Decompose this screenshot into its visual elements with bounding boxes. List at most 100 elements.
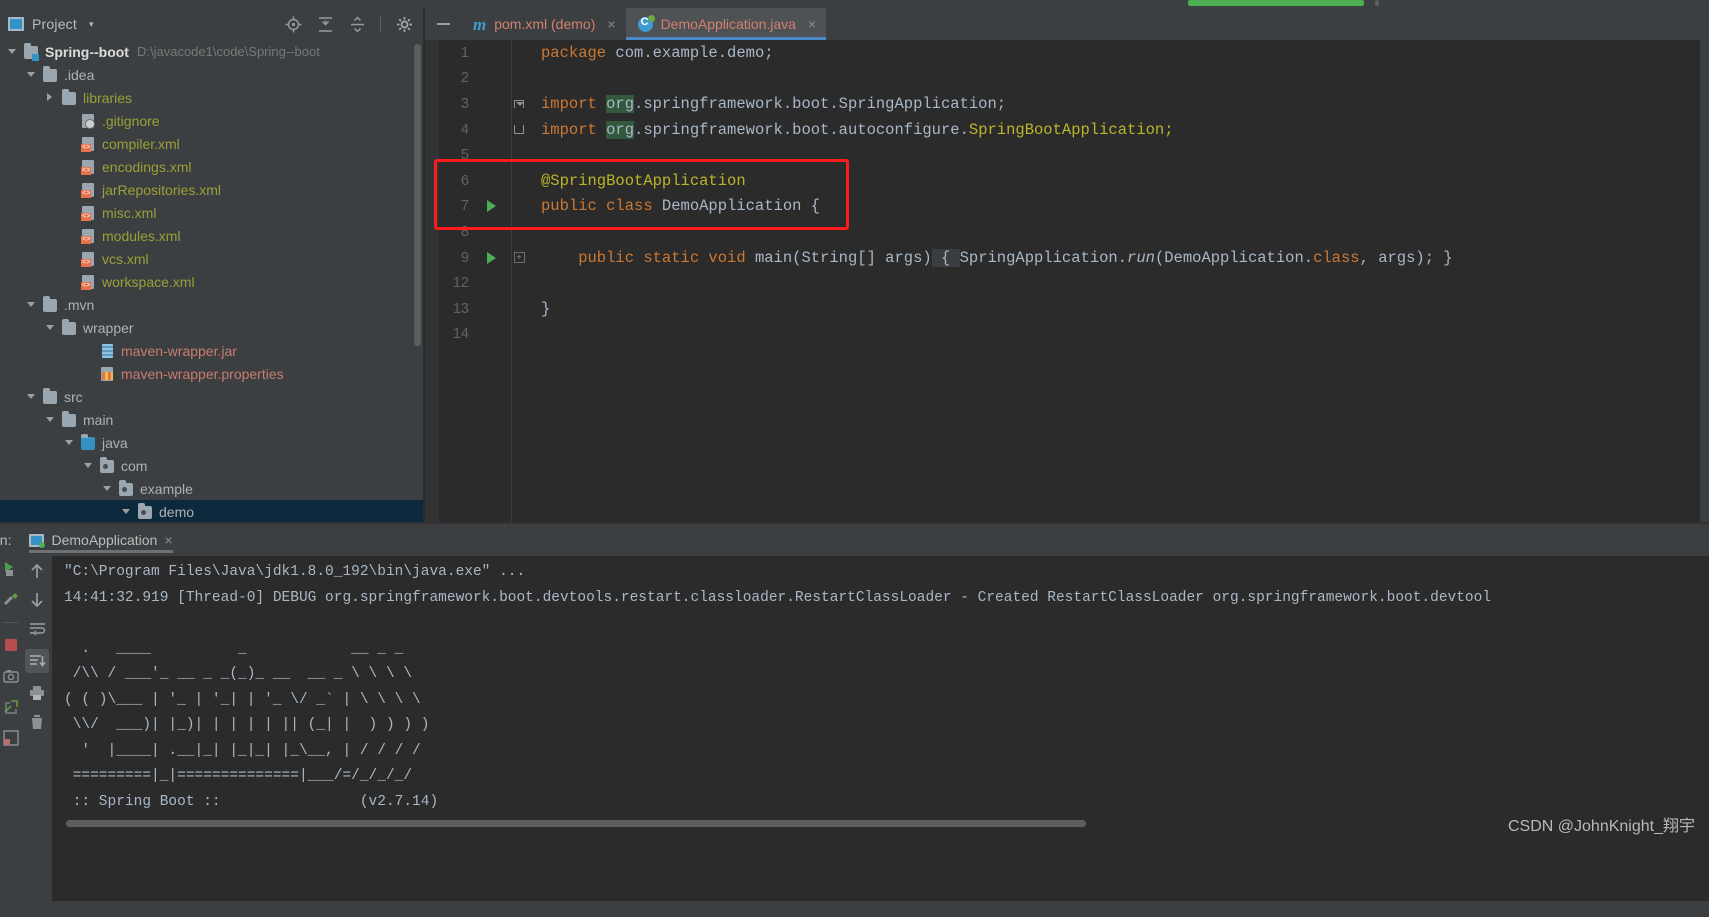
- tree-item-vcs-xml[interactable]: vcs.xml: [0, 247, 423, 270]
- code-editor[interactable]: 1 package com.example.demo; 2 3 import org.s…: [425, 40, 1709, 522]
- tree-item-label: example: [140, 480, 193, 497]
- chevron-down-icon[interactable]: [101, 483, 113, 495]
- code-token: , args); }: [1359, 248, 1453, 267]
- fold-imports-icon[interactable]: [505, 99, 533, 108]
- chevron-down-icon[interactable]: [44, 322, 56, 334]
- export-icon[interactable]: [2, 698, 20, 716]
- code-line-5[interactable]: 5: [425, 142, 1709, 168]
- tree-item-misc-xml[interactable]: misc.xml: [0, 201, 423, 224]
- tree-scrollbar[interactable]: [414, 44, 421, 346]
- tree-item-workspace-xml[interactable]: workspace.xml: [0, 270, 423, 293]
- toolbar-fragment: [1375, 0, 1379, 6]
- expand-all-icon[interactable]: [316, 15, 334, 33]
- chevron-down-icon[interactable]: [63, 437, 75, 449]
- collapse-all-icon[interactable]: [348, 15, 366, 33]
- code-line-12[interactable]: 12: [425, 270, 1709, 296]
- run-tab-demoapplication[interactable]: DemoApplication ×: [27, 525, 180, 555]
- code-token: }: [541, 299, 551, 318]
- code-line-7[interactable]: 7 public class DemoApplication {: [425, 194, 1709, 220]
- layout-icon[interactable]: [2, 729, 20, 747]
- tree-item--mvn[interactable]: .mvn: [0, 293, 423, 316]
- tree-item-example[interactable]: example: [0, 477, 423, 500]
- maven-m-icon: m: [473, 14, 487, 34]
- scroll-to-end-icon[interactable]: [25, 649, 49, 673]
- trash-icon[interactable]: [28, 713, 46, 731]
- scroll-down-icon[interactable]: [28, 591, 46, 609]
- console-output[interactable]: "C:\Program Files\Java\jdk1.8.0_192\bin\…: [52, 556, 1709, 901]
- rerun-icon[interactable]: [2, 560, 20, 578]
- editor-tab-pom-xml-demo-[interactable]: m pom.xml (demo) ×: [461, 8, 626, 40]
- chevron-down-icon[interactable]: ▾: [89, 19, 94, 30]
- line-number: 2: [460, 70, 469, 87]
- tree-item-jarrepositories-xml[interactable]: jarRepositories.xml: [0, 178, 423, 201]
- tree-item--gitignore[interactable]: .gitignore: [0, 109, 423, 132]
- chevron-down-icon[interactable]: [25, 391, 37, 403]
- stop-icon[interactable]: [2, 636, 20, 654]
- debug-icon[interactable]: [2, 591, 20, 609]
- tree-item-java[interactable]: java: [0, 431, 423, 454]
- editor-tab-demoapplication-java[interactable]: DemoApplication.java ×: [625, 8, 827, 40]
- fold-imports-end-icon[interactable]: [505, 125, 533, 135]
- chevron-down-icon[interactable]: [6, 46, 18, 58]
- chevron-down-icon[interactable]: [82, 460, 94, 472]
- tree-item-maven-wrapper-jar[interactable]: maven-wrapper.jar: [0, 339, 423, 362]
- tree-item-demo[interactable]: demo: [0, 500, 423, 522]
- folder-icon: [62, 88, 78, 106]
- run-gutter-icon[interactable]: [477, 251, 505, 264]
- scroll-up-icon[interactable]: [28, 562, 46, 580]
- run-gutter-icon[interactable]: [477, 200, 505, 213]
- editor-tab-bar[interactable]: m pom.xml (demo) × DemoApplication.java ×: [425, 8, 1709, 40]
- code-text: @SpringBootApplication: [533, 172, 746, 190]
- tree-item-maven-wrapper-properties[interactable]: maven-wrapper.properties: [0, 362, 423, 385]
- project-tree[interactable]: Spring--boot D:\javacode1\code\Spring--bo…: [0, 40, 423, 522]
- code-line-13[interactable]: 13}: [425, 296, 1709, 322]
- chevron-down-icon[interactable]: [120, 506, 132, 518]
- code-line-3[interactable]: 3 import org.springframework.boot.SpringA…: [425, 91, 1709, 117]
- tree-item-compiler-xml[interactable]: compiler.xml: [0, 132, 423, 155]
- chevron-down-icon[interactable]: [25, 299, 37, 311]
- toolbar-divider: [380, 15, 381, 33]
- tree-item-libraries[interactable]: libraries: [0, 86, 423, 109]
- tree-item-spring-boot[interactable]: Spring--boot D:\javacode1\code\Spring--bo…: [0, 40, 423, 63]
- tree-item-main[interactable]: main: [0, 408, 423, 431]
- code-content[interactable]: 1 package com.example.demo; 2 3 import org.s…: [425, 40, 1709, 522]
- console-horizontal-scrollbar[interactable]: [66, 820, 1086, 827]
- chevron-down-icon[interactable]: [44, 414, 56, 426]
- soft-wrap-icon[interactable]: [28, 620, 46, 638]
- top-toolbar-strip: [0, 0, 1709, 8]
- locate-icon[interactable]: [284, 15, 302, 33]
- gear-icon[interactable]: [395, 15, 413, 33]
- source-folder-icon: [81, 433, 97, 451]
- print-icon[interactable]: [28, 684, 46, 702]
- chevron-right-icon[interactable]: [44, 92, 56, 104]
- code-line-4[interactable]: 4 import org.springframework.boot.autocon…: [425, 117, 1709, 143]
- code-line-6[interactable]: 6 @SpringBootApplication: [425, 168, 1709, 194]
- close-icon[interactable]: ×: [808, 16, 816, 32]
- code-text: }: [533, 300, 550, 318]
- code-line-1[interactable]: 1 package com.example.demo;: [425, 40, 1709, 66]
- code-line-9[interactable]: 9 + public static void main(String[] args…: [425, 245, 1709, 271]
- code-line-14[interactable]: 14: [425, 322, 1709, 348]
- tree-item-encodings-xml[interactable]: encodings.xml: [0, 155, 423, 178]
- tree-item-label: .mvn: [64, 296, 95, 313]
- code-line-8[interactable]: 8: [425, 219, 1709, 245]
- tree-item-src[interactable]: src: [0, 385, 423, 408]
- code-line-2[interactable]: 2: [425, 66, 1709, 92]
- minimize-icon[interactable]: [425, 8, 461, 40]
- line-number: 3: [460, 95, 469, 112]
- chevron-down-icon[interactable]: [25, 69, 37, 81]
- expand-method-icon[interactable]: +: [505, 252, 533, 264]
- camera-icon[interactable]: [2, 667, 20, 685]
- close-icon[interactable]: ×: [164, 532, 172, 548]
- xml-file-icon: [81, 228, 97, 244]
- jar-file-icon: [100, 343, 116, 359]
- tree-item-modules-xml[interactable]: modules.xml: [0, 224, 423, 247]
- tree-item--idea[interactable]: .idea: [0, 63, 423, 86]
- tree-item-wrapper[interactable]: wrapper: [0, 316, 423, 339]
- close-icon[interactable]: ×: [607, 16, 615, 32]
- tree-item-label: src: [64, 388, 83, 405]
- tree-item-com[interactable]: com: [0, 454, 423, 477]
